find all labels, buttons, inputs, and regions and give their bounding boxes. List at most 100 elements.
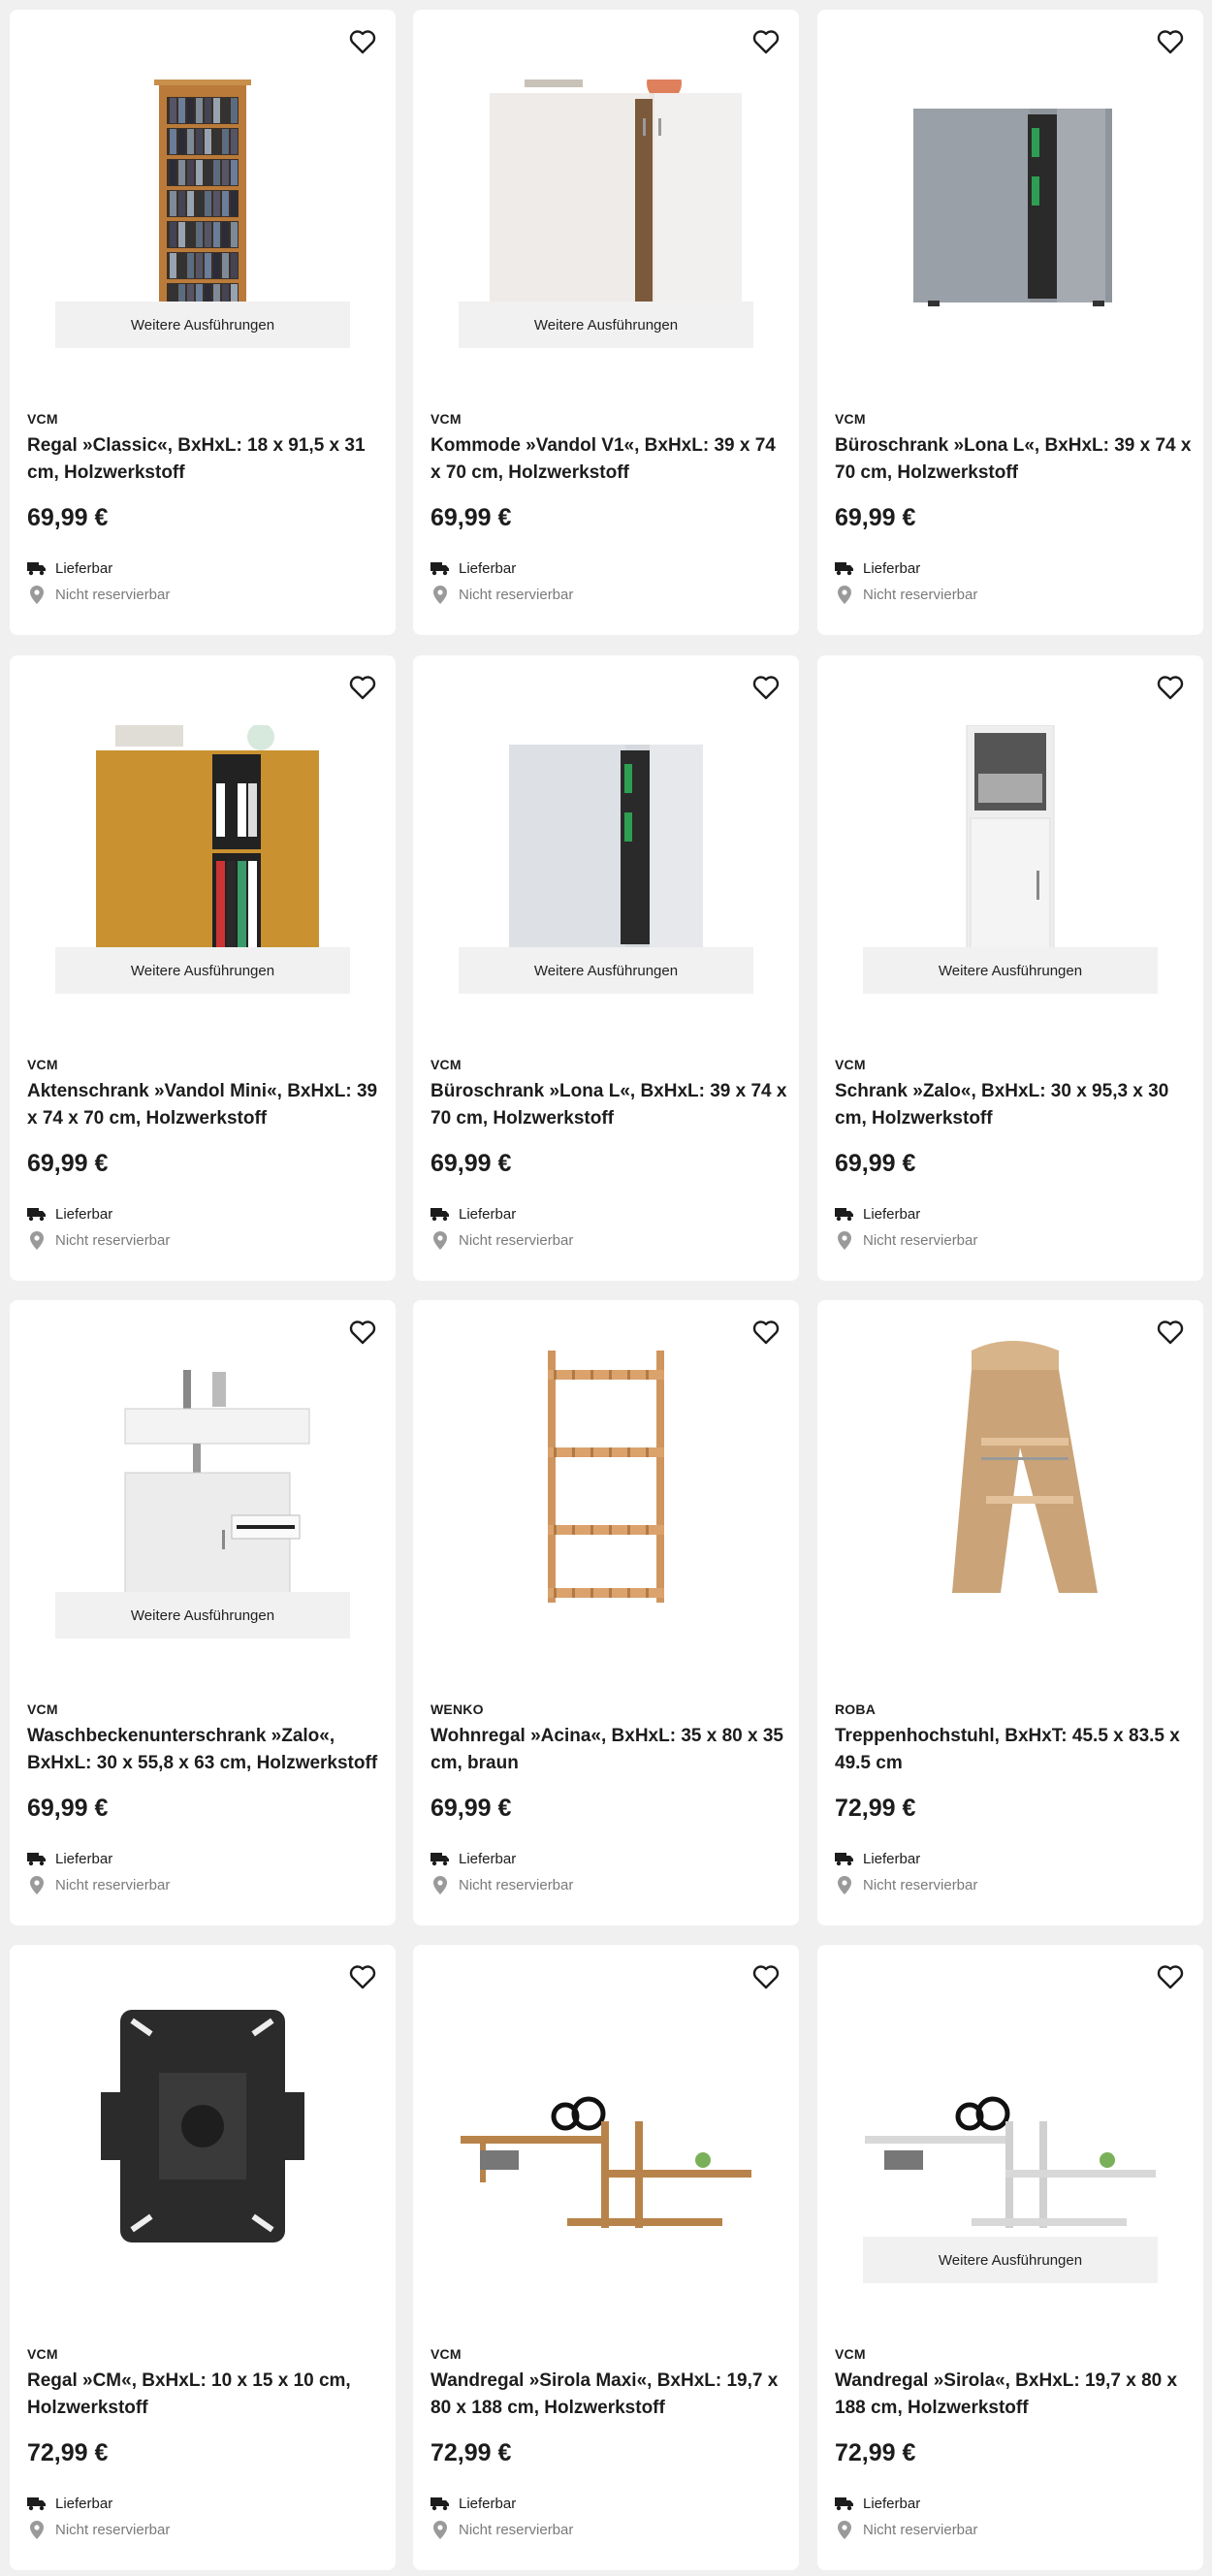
more-variants-button[interactable]: Weitere Ausführungen <box>863 947 1158 994</box>
product-price: 69,99 € <box>431 1150 512 1177</box>
product-title[interactable]: Schrank »Zalo«, BxHxL: 30 x 95,3 x 30 cm… <box>835 1078 1192 1132</box>
product-price: 69,99 € <box>835 504 916 531</box>
product-card[interactable]: Weitere Ausführungen VCM Regal »Classic«… <box>10 10 396 635</box>
product-price: 72,99 € <box>431 2439 512 2466</box>
location-pin-icon <box>835 1875 854 1894</box>
product-title[interactable]: Regal »Classic«, BxHxL: 18 x 91,5 x 31 c… <box>27 432 384 487</box>
delivery-status: Lieferbar <box>835 558 920 578</box>
product-title[interactable]: Büroschrank »Lona L«, BxHxL: 39 x 74 x 7… <box>835 432 1192 487</box>
store-label: Nicht reservierbar <box>55 2521 171 2538</box>
product-brand: VCM <box>835 2346 866 2362</box>
product-price: 69,99 € <box>431 504 512 531</box>
product-brand: VCM <box>431 411 462 427</box>
store-status: Nicht reservierbar <box>27 585 170 604</box>
store-label: Nicht reservierbar <box>55 1231 171 1249</box>
product-card[interactable]: Weitere Ausführungen VCM Aktenschrank »V… <box>10 655 396 1281</box>
store-label: Nicht reservierbar <box>459 1876 574 1893</box>
store-label: Nicht reservierbar <box>459 1231 574 1249</box>
more-variants-button[interactable]: Weitere Ausführungen <box>55 947 350 994</box>
more-variants-button[interactable]: Weitere Ausführungen <box>55 1592 350 1638</box>
more-variants-button[interactable]: Weitere Ausführungen <box>459 947 753 994</box>
store-status: Nicht reservierbar <box>431 2520 573 2539</box>
product-card[interactable]: VCM Büroschrank »Lona L«, BxHxL: 39 x 74… <box>817 10 1203 635</box>
truck-icon <box>27 558 47 578</box>
product-card[interactable]: Weitere Ausführungen VCM Wandregal »Siro… <box>817 1945 1203 2570</box>
product-image[interactable] <box>817 48 1203 312</box>
product-brand: VCM <box>431 2346 462 2362</box>
product-title[interactable]: Wandregal »Sirola«, BxHxL: 19,7 x 80 x 1… <box>835 2368 1192 2422</box>
store-status: Nicht reservierbar <box>431 585 573 604</box>
product-image[interactable] <box>413 1984 799 2247</box>
product-title[interactable]: Büroschrank »Lona L«, BxHxL: 39 x 74 x 7… <box>431 1078 787 1132</box>
product-title[interactable]: Regal »CM«, BxHxL: 10 x 15 x 10 cm, Holz… <box>27 2368 384 2422</box>
delivery-label: Lieferbar <box>55 1205 113 1223</box>
product-image[interactable] <box>817 1339 1203 1603</box>
product-title[interactable]: Wandregal »Sirola Maxi«, BxHxL: 19,7 x 8… <box>431 2368 787 2422</box>
delivery-label: Lieferbar <box>459 559 517 577</box>
location-pin-icon <box>835 1230 854 1250</box>
product-brand: VCM <box>27 1701 58 1717</box>
product-image[interactable] <box>10 1339 396 1603</box>
product-image[interactable] <box>413 1339 799 1603</box>
location-pin-icon <box>27 585 47 604</box>
truck-icon <box>431 2494 450 2513</box>
store-status: Nicht reservierbar <box>27 1230 170 1250</box>
product-card[interactable]: Weitere Ausführungen VCM Kommode »Vandol… <box>413 10 799 635</box>
delivery-status: Lieferbar <box>27 2494 112 2513</box>
product-title[interactable]: Waschbeckenunterschrank »Zalo«, BxHxL: 3… <box>27 1723 384 1777</box>
delivery-status: Lieferbar <box>835 2494 920 2513</box>
product-title[interactable]: Aktenschrank »Vandol Mini«, BxHxL: 39 x … <box>27 1078 384 1132</box>
product-card[interactable]: WENKO Wohnregal »Acina«, BxHxL: 35 x 80 … <box>413 1300 799 1925</box>
product-title[interactable]: Treppenhochstuhl, BxHxT: 45.5 x 83.5 x 4… <box>835 1723 1192 1777</box>
delivery-status: Lieferbar <box>27 558 112 578</box>
product-card[interactable]: Weitere Ausführungen VCM Schrank »Zalo«,… <box>817 655 1203 1281</box>
store-status: Nicht reservierbar <box>27 2520 170 2539</box>
store-label: Nicht reservierbar <box>863 1231 978 1249</box>
product-card[interactable]: VCM Regal »CM«, BxHxL: 10 x 15 x 10 cm, … <box>10 1945 396 2570</box>
delivery-status: Lieferbar <box>27 1204 112 1224</box>
delivery-status: Lieferbar <box>431 1849 516 1868</box>
product-image[interactable] <box>413 694 799 958</box>
product-card[interactable]: Weitere Ausführungen VCM Büroschrank »Lo… <box>413 655 799 1281</box>
product-brand: ROBA <box>835 1701 877 1717</box>
store-label: Nicht reservierbar <box>863 1876 978 1893</box>
truck-icon <box>835 558 854 578</box>
truck-icon <box>27 2494 47 2513</box>
product-image[interactable] <box>10 48 396 312</box>
truck-icon <box>835 2494 854 2513</box>
product-card[interactable]: VCM Wandregal »Sirola Maxi«, BxHxL: 19,7… <box>413 1945 799 2570</box>
more-variants-button[interactable]: Weitere Ausführungen <box>459 302 753 348</box>
product-image[interactable] <box>10 694 396 958</box>
product-card[interactable]: ROBA Treppenhochstuhl, BxHxT: 45.5 x 83.… <box>817 1300 1203 1925</box>
product-title[interactable]: Kommode »Vandol V1«, BxHxL: 39 x 74 x 70… <box>431 432 787 487</box>
product-card[interactable]: Weitere Ausführungen VCM Waschbeckenunte… <box>10 1300 396 1925</box>
delivery-label: Lieferbar <box>459 1205 517 1223</box>
product-image[interactable] <box>413 48 799 312</box>
delivery-label: Lieferbar <box>55 2495 113 2512</box>
store-label: Nicht reservierbar <box>863 2521 978 2538</box>
location-pin-icon <box>835 2520 854 2539</box>
store-status: Nicht reservierbar <box>431 1230 573 1250</box>
location-pin-icon <box>27 1875 47 1894</box>
product-image[interactable] <box>817 1984 1203 2247</box>
store-label: Nicht reservierbar <box>55 1876 171 1893</box>
product-price: 69,99 € <box>431 1795 512 1822</box>
store-status: Nicht reservierbar <box>27 1875 170 1894</box>
delivery-label: Lieferbar <box>459 1850 517 1867</box>
delivery-label: Lieferbar <box>55 1850 113 1867</box>
more-variants-button[interactable]: Weitere Ausführungen <box>55 302 350 348</box>
product-image[interactable] <box>817 694 1203 958</box>
product-image[interactable] <box>10 1984 396 2247</box>
location-pin-icon <box>835 585 854 604</box>
delivery-label: Lieferbar <box>863 559 921 577</box>
delivery-label: Lieferbar <box>459 2495 517 2512</box>
product-brand: VCM <box>27 411 58 427</box>
product-title[interactable]: Wohnregal »Acina«, BxHxL: 35 x 80 x 35 c… <box>431 1723 787 1777</box>
truck-icon <box>431 1849 450 1868</box>
more-variants-button[interactable]: Weitere Ausführungen <box>863 2237 1158 2283</box>
truck-icon <box>431 1204 450 1224</box>
store-status: Nicht reservierbar <box>835 2520 977 2539</box>
product-price: 69,99 € <box>27 1795 109 1822</box>
product-price: 72,99 € <box>835 2439 916 2466</box>
product-brand: VCM <box>835 1057 866 1072</box>
